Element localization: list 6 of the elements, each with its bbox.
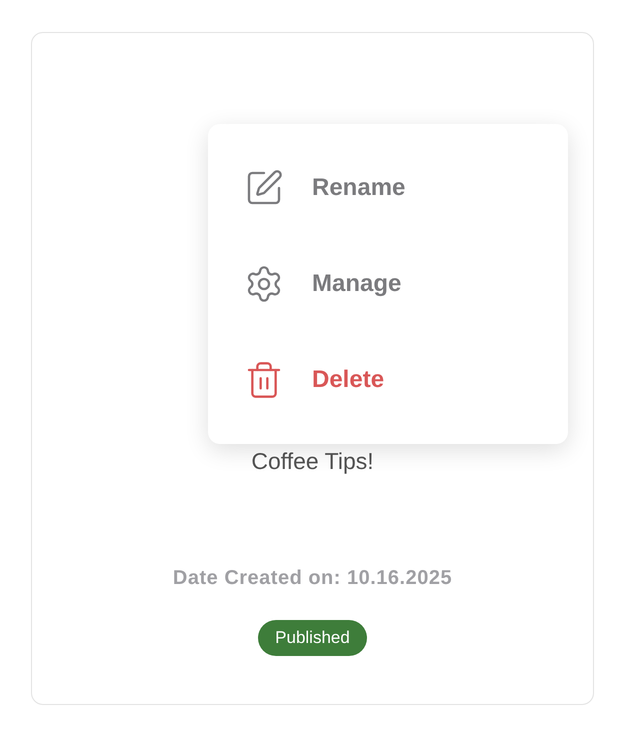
menu-item[interactable]: Manage	[208, 236, 568, 332]
status-badge: Published	[258, 620, 367, 656]
date-created: Date Created on: 10.16.2025	[172, 567, 452, 590]
menu-item[interactable]: Delete	[208, 332, 568, 428]
card-title: Coffee Tips!	[251, 447, 374, 475]
menu-item[interactable]: Rename	[208, 140, 568, 236]
